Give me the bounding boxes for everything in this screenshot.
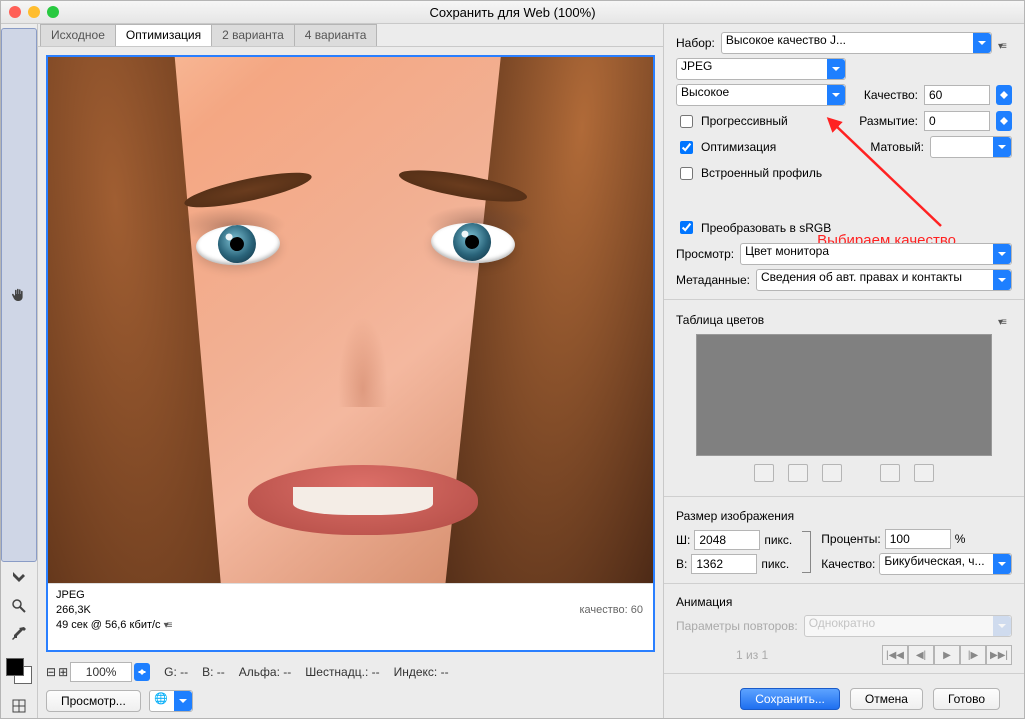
blur-stepper[interactable]: [996, 111, 1012, 131]
ct-btn-4[interactable]: [880, 464, 900, 482]
zoom-in-icon[interactable]: ⊞: [58, 665, 68, 679]
prev-frame: ◀|: [908, 645, 934, 665]
preset-select[interactable]: Высокое качество J...: [721, 32, 992, 54]
width-field[interactable]: [694, 530, 760, 550]
colortable-menu[interactable]: [998, 314, 1012, 324]
ct-btn-1[interactable]: [754, 464, 774, 482]
preset-label: Набор:: [676, 36, 715, 50]
tab-optimized[interactable]: Оптимизация: [115, 24, 212, 46]
color-table[interactable]: [696, 334, 992, 456]
zoom-window[interactable]: [47, 6, 59, 18]
format-select[interactable]: JPEG: [676, 58, 846, 80]
eyedropper-tool[interactable]: [5, 622, 33, 646]
ct-btn-3[interactable]: [822, 464, 842, 482]
preset-menu[interactable]: [998, 38, 1012, 48]
browser-preview-select[interactable]: 🌐: [149, 690, 193, 712]
resample-select[interactable]: Бикубическая, ч...: [879, 553, 1012, 575]
zoom-field[interactable]: 100%: [70, 662, 132, 682]
imagesize-title: Размер изображения: [676, 509, 1012, 523]
close-window[interactable]: [9, 6, 21, 18]
percent-field[interactable]: [885, 529, 951, 549]
file-size: 266,3K: [56, 603, 645, 618]
width-label: Ш:: [676, 533, 690, 547]
loop-label: Параметры повторов:: [676, 619, 798, 633]
resample-label: Качество:: [821, 557, 875, 571]
save-button[interactable]: Сохранить...: [740, 688, 840, 710]
next-frame: |▶: [960, 645, 986, 665]
link-icon[interactable]: [802, 531, 811, 573]
metadata-select[interactable]: Сведения об авт. правах и контакты: [756, 269, 1012, 291]
cancel-button[interactable]: Отмена: [850, 688, 923, 710]
ct-btn-5[interactable]: [914, 464, 934, 482]
quality-field[interactable]: [924, 85, 990, 105]
tab-2up[interactable]: 2 варианта: [211, 24, 295, 46]
convert-srgb-checkbox[interactable]: Преобразовать в sRGB: [676, 218, 831, 237]
quality-label: Качество:: [864, 88, 918, 102]
frame-counter: 1 из 1: [736, 648, 768, 662]
readout-index: Индекс: --: [394, 665, 449, 679]
preview-select[interactable]: Цвет монитора: [740, 243, 1012, 265]
window-title: Сохранить для Web (100%): [1, 5, 1024, 20]
file-time: 49 сек @ 56,6 кбит/с: [56, 619, 161, 631]
last-frame: ▶▶|: [986, 645, 1012, 665]
minimize-window[interactable]: [28, 6, 40, 18]
tool-palette: [1, 24, 38, 718]
readout-b: B: --: [202, 665, 225, 679]
colortable-title: Таблица цветов: [676, 313, 764, 327]
metadata-label: Метаданные:: [676, 273, 750, 287]
tab-original[interactable]: Исходное: [40, 24, 116, 46]
slice-visibility[interactable]: [5, 694, 33, 718]
done-button[interactable]: Готово: [933, 688, 1000, 710]
ct-btn-2[interactable]: [788, 464, 808, 482]
height-field[interactable]: [691, 554, 757, 574]
preview-tabs: Исходное Оптимизация 2 варианта 4 вариан…: [38, 24, 663, 47]
file-quality: качество: 60: [579, 604, 643, 616]
preview-button[interactable]: Просмотр...: [46, 690, 141, 712]
quality-preset-select[interactable]: Высокое: [676, 84, 846, 106]
animation-title: Анимация: [676, 595, 1012, 609]
slice-tool[interactable]: [5, 566, 33, 590]
hand-tool[interactable]: [1, 28, 37, 562]
play: ▶: [934, 645, 960, 665]
quality-stepper[interactable]: [996, 85, 1012, 105]
download-speed-menu[interactable]: [164, 618, 178, 628]
first-frame: |◀◀: [882, 645, 908, 665]
preview-canvas[interactable]: Вот таким будет файл, вместе 8 мб всего …: [46, 55, 655, 652]
save-for-web-dialog: Сохранить для Web (100%) Исходное Оптими…: [0, 0, 1025, 719]
color-swatches[interactable]: [6, 658, 32, 684]
file-format: JPEG: [56, 588, 645, 603]
zoom-stepper[interactable]: [134, 663, 150, 681]
settings-panel: Выбираем качество Набор: Высокое качеств…: [663, 24, 1024, 718]
percent-label: Проценты:: [821, 532, 880, 546]
readout-g: G: --: [164, 665, 188, 679]
readout-hex: Шестнадц.: --: [305, 665, 379, 679]
color-readout-bar: ⊟ ⊞ 100% G: -- B: -- Альфа: -- Шестнадц.…: [38, 660, 663, 684]
tab-4up[interactable]: 4 варианта: [294, 24, 378, 46]
height-label: В:: [676, 557, 687, 571]
zoom-out-icon[interactable]: ⊟: [46, 665, 56, 679]
optimize-checkbox[interactable]: Оптимизация: [676, 138, 776, 157]
matte-select[interactable]: [930, 136, 1012, 158]
embed-profile-checkbox[interactable]: Встроенный профиль: [676, 164, 822, 183]
loop-select: Однократно: [804, 615, 1012, 637]
titlebar: Сохранить для Web (100%): [1, 1, 1024, 24]
progressive-checkbox[interactable]: Прогрессивный: [676, 112, 788, 131]
readout-alpha: Альфа: --: [239, 665, 291, 679]
zoom-tool[interactable]: [5, 594, 33, 618]
preview-label: Просмотр:: [676, 247, 734, 261]
file-info-bar: JPEG 266,3K 49 сек @ 56,6 кбит/с качеств…: [48, 583, 653, 650]
